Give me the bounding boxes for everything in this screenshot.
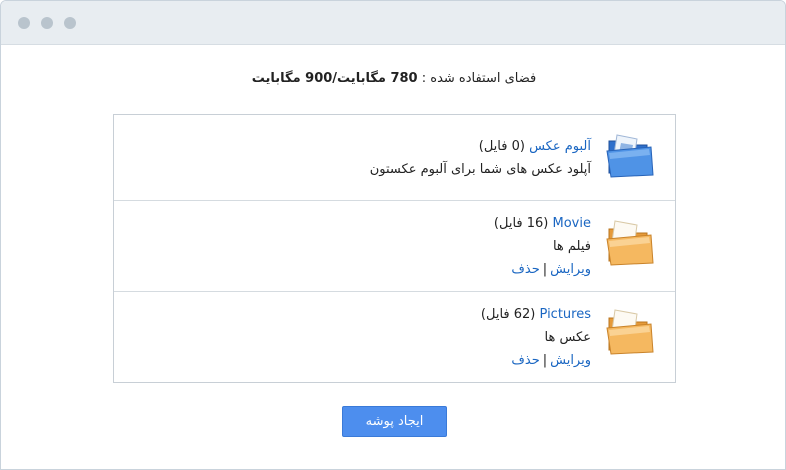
album-name-link[interactable]: آلبوم عکس [529, 139, 591, 154]
orange-folder-icon[interactable] [603, 217, 657, 271]
album-description: فیلم ها [552, 239, 591, 254]
edit-link[interactable]: ویرایش [550, 262, 591, 277]
orange-folder-icon[interactable] [603, 306, 657, 360]
create-folder-button[interactable]: ایجاد پوشه [342, 406, 447, 437]
storage-quota: فضای استفاده شده : 780 مگابایت/900 مگابا… [1, 71, 785, 86]
album-name-link[interactable]: Pictures [540, 307, 591, 322]
album-actions: ویرایش|حذف [481, 349, 591, 372]
action-separator: | [542, 262, 548, 277]
edit-link[interactable]: ویرایش [550, 353, 591, 368]
album-name-link[interactable]: Movie [553, 216, 591, 231]
quota-value: 780 مگابایت/900 مگابایت [251, 71, 418, 86]
album-file-count: (62 فایل) [480, 307, 536, 322]
album-info: Pictures (62 فایل) عکس ها ویرایش|حذف [481, 303, 591, 372]
window-dot-1[interactable] [18, 17, 30, 29]
quota-label: فضای استفاده شده : [421, 71, 537, 86]
window-dot-2[interactable] [41, 17, 53, 29]
album-row: Pictures (62 فایل) عکس ها ویرایش|حذف [114, 292, 675, 382]
album-description: عکس ها [544, 330, 591, 345]
delete-link[interactable]: حذف [511, 353, 539, 368]
window-titlebar [1, 1, 785, 45]
delete-link[interactable]: حذف [511, 262, 539, 277]
browser-window: فضای استفاده شده : 780 مگابایت/900 مگابا… [0, 0, 786, 470]
album-file-count: (0 فایل) [478, 139, 525, 154]
album-info: آلبوم عکس (0 فایل) آپلود عکس های شما برا… [370, 135, 591, 181]
blue-folder-icon[interactable] [603, 129, 657, 183]
album-info: Movie (16 فایل) فیلم ها ویرایش|حذف [494, 212, 591, 281]
album-row: آلبوم عکس (0 فایل) آپلود عکس های شما برا… [114, 115, 675, 201]
window-dot-3[interactable] [64, 17, 76, 29]
action-separator: | [542, 353, 548, 368]
album-file-count: (16 فایل) [493, 216, 549, 231]
album-row: Movie (16 فایل) فیلم ها ویرایش|حذف [114, 201, 675, 292]
album-description: آپلود عکس های شما برای آلبوم عکستون [369, 162, 591, 177]
album-list: آلبوم عکس (0 فایل) آپلود عکس های شما برا… [113, 114, 676, 383]
album-actions: ویرایش|حذف [494, 258, 591, 281]
